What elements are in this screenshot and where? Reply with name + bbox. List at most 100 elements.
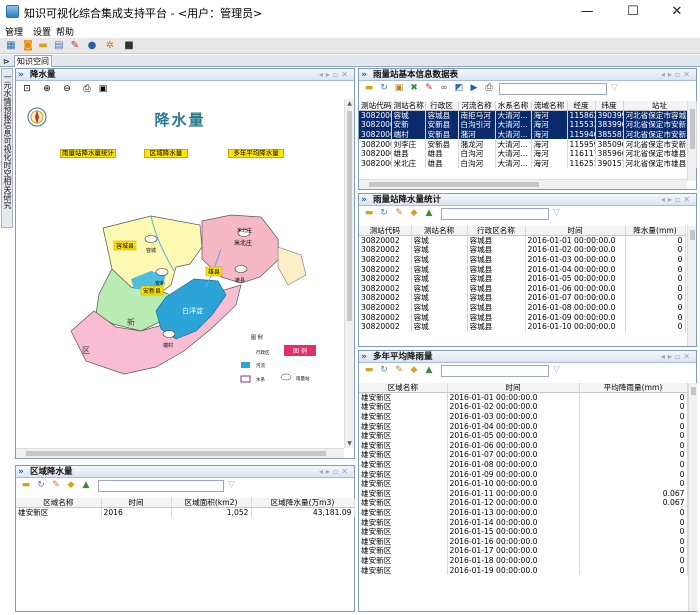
region-rain-search-input[interactable] <box>98 480 224 492</box>
station-info-search-input[interactable] <box>499 83 607 95</box>
refresh-icon[interactable]: ↻ <box>36 481 46 490</box>
document-icon[interactable]: ▤ <box>52 39 66 52</box>
maximize-button[interactable]: ☐ <box>610 0 656 24</box>
side-tab[interactable]: 一元水情预报信息可视化时空相关研究 <box>1 68 13 228</box>
table-row[interactable]: 雄安新区 2016-01-07 00:00:00.0 0 <box>359 450 688 460</box>
chart-icon[interactable]: ▲ <box>424 209 434 218</box>
print-icon[interactable]: ⎙ <box>82 85 92 94</box>
tab-knowledge-space[interactable]: 知识空间 <box>14 55 52 67</box>
table-row[interactable]: 雄安新区 2016-01-19 00:00:00.0 0 <box>359 565 688 575</box>
table-row[interactable]: 30820002 容城 容城县 2016-01-10 00:00:00.0 0 <box>359 321 686 332</box>
col-station-name[interactable]: 测站名称 <box>391 101 426 112</box>
chart-icon[interactable]: ▲ <box>424 366 434 375</box>
table-row[interactable]: 30820005雄县雄县白沟河大清河...海河1161171385966河北省保… <box>359 148 697 159</box>
table-row[interactable]: 30820003端村安新县潴河大清河...海河1159469385581河北省保… <box>359 129 697 140</box>
tools-icon[interactable]: ✎ <box>68 39 82 52</box>
station-info-horizontal-scrollbar[interactable] <box>359 179 687 189</box>
table-row[interactable]: 30820002 容城 容城县 2016-01-02 00:00:00.0 0 <box>359 245 686 255</box>
col-longitude[interactable]: 经度 <box>567 101 596 112</box>
filter-icon[interactable]: ▽ <box>228 480 235 490</box>
folder-icon[interactable]: ▬ <box>364 209 374 218</box>
table-row[interactable]: 雄安新区 2016-01-01 00:00:00.0 0 <box>359 392 688 403</box>
table-row[interactable]: 雄安新区 2016-01-11 00:00:00.0 0.067 <box>359 488 688 499</box>
table-row[interactable]: 30820002 容城 容城县 2016-01-08 00:00:00.0 0 <box>359 302 686 313</box>
panel-window-buttons[interactable]: ◂▸▫✕ <box>319 69 351 81</box>
col-area[interactable]: 区域面积(km2) <box>171 498 252 509</box>
table-row[interactable]: 30820004刘李庄安新县潴龙河大清河...海河115959385096河北省… <box>359 139 697 149</box>
col-basin[interactable]: 流域名称 <box>531 101 568 112</box>
col-address[interactable]: 站址 <box>623 101 697 112</box>
collapse-arrow-icon[interactable]: » <box>361 351 367 363</box>
col-time[interactable]: 时间 <box>447 383 580 394</box>
station-info-vertical-scrollbar[interactable] <box>687 101 696 181</box>
link-icon[interactable]: ∞ <box>439 84 449 93</box>
col-avg-rainfall[interactable]: 平均降雨量(mm) <box>579 383 688 394</box>
grid-icon[interactable]: ▦ <box>4 39 18 52</box>
col-region-name[interactable]: 区域名称 <box>359 383 448 394</box>
table-row[interactable]: 30820002 容城 容城县 2016-01-03 00:00:00.0 0 <box>359 254 686 265</box>
avg-rain-button[interactable]: 多年平均降水量 <box>228 149 284 158</box>
col-region-name[interactable]: 区域名称 <box>16 498 102 509</box>
excel-icon[interactable]: ✖ <box>409 84 419 93</box>
panel-window-buttons[interactable]: ◂▸▫✕ <box>661 351 693 363</box>
chart-icon[interactable]: ▲ <box>81 481 91 490</box>
refresh-icon[interactable]: ↻ <box>379 209 389 218</box>
col-region-rain[interactable]: 区域降水量(万m3) <box>251 498 355 509</box>
table-row[interactable]: 雄安新区 2016-01-03 00:00:00.0 0 <box>359 411 688 422</box>
collapse-arrow-icon[interactable]: » <box>361 69 367 81</box>
col-time[interactable]: 时间 <box>525 226 626 237</box>
filter-icon[interactable]: ▽ <box>611 83 618 93</box>
folder-icon[interactable]: ▬ <box>21 481 31 490</box>
table-row[interactable]: 30820002容城容城县南拒马河大清河...海河1158624390399河北… <box>359 110 697 121</box>
export-icon[interactable]: ◆ <box>66 481 76 490</box>
map-icon[interactable]: ◩ <box>454 84 464 93</box>
folder-icon[interactable]: ▬ <box>364 366 374 375</box>
video-icon[interactable]: ■ <box>122 39 136 52</box>
menu-manage[interactable]: 管理 <box>5 25 23 38</box>
zoom-in-icon[interactable]: ⊕ <box>42 85 52 94</box>
table-row[interactable]: 雄安新区 2016-01-10 00:00:00.0 0 <box>359 478 688 489</box>
collapse-arrow-icon[interactable]: » <box>361 194 367 206</box>
table-row[interactable]: 30820002 容城 容城县 2016-01-06 00:00:00.0 0 <box>359 283 686 294</box>
filter-icon[interactable]: ▽ <box>553 208 560 218</box>
collapse-arrow-icon[interactable]: » <box>18 466 24 478</box>
refresh-icon[interactable]: ↻ <box>379 84 389 93</box>
table-row[interactable]: 30820002 容城 容城县 2016-01-07 00:00:00.0 0 <box>359 293 686 303</box>
col-station-name[interactable]: 测站名称 <box>411 226 468 237</box>
table-row[interactable]: 雄安新区 2016-01-02 00:00:00.0 0 <box>359 402 688 412</box>
station-rain-search-input[interactable] <box>441 208 549 220</box>
map-horizontal-scrollbar[interactable] <box>16 448 344 458</box>
col-station-code[interactable]: 测站代码 <box>359 101 392 112</box>
table-row[interactable]: 雄安新区 2016-01-14 00:00:00.0 0 <box>359 517 688 527</box>
region-rain-button[interactable]: 区域降水量 <box>144 149 188 158</box>
col-district-name[interactable]: 行政区名称 <box>467 226 526 237</box>
minimize-button[interactable]: — <box>564 0 610 24</box>
table-row[interactable]: 雄安新区 2016-01-12 00:00:00.0 0.067 <box>359 498 688 508</box>
refresh-icon[interactable]: ↻ <box>379 366 389 375</box>
table-row[interactable]: 30820002 容城 容城县 2016-01-09 00:00:00.0 0 <box>359 312 686 322</box>
folder-icon[interactable]: ▬ <box>36 39 50 52</box>
print-icon[interactable]: ⎙ <box>484 84 494 93</box>
table-row[interactable]: 30820002 容城 容城县 2016-01-05 00:00:00.0 0 <box>359 273 686 284</box>
export-icon[interactable]: ◆ <box>409 209 419 218</box>
table-row[interactable]: 雄安新区 2016 1,052 43,181.09 <box>16 507 355 518</box>
col-time[interactable]: 时间 <box>101 498 172 509</box>
panel-window-buttons[interactable]: ◂▸▫✕ <box>319 466 351 478</box>
table-row[interactable]: 雄安新区 2016-01-17 00:00:00.0 0 <box>359 546 688 556</box>
table-row[interactable]: 30820002 容城 容城县 2016-01-01 00:00:00.0 0 <box>359 235 686 246</box>
pin-icon[interactable]: ⊳ <box>3 57 10 66</box>
panel-window-buttons[interactable]: ◂▸▫✕ <box>661 69 693 81</box>
avg-rain-search-input[interactable] <box>441 365 549 377</box>
col-rainfall[interactable]: 降水量(mm) <box>625 226 686 237</box>
table-row[interactable]: 30820006米北庄雄县白沟河大清河...海河1162511390157河北省… <box>359 158 697 169</box>
edit-icon[interactable]: ✎ <box>51 481 61 490</box>
table-row[interactable]: 30820002 容城 容城县 2016-01-04 00:00:00.0 0 <box>359 264 686 274</box>
menu-help[interactable]: 帮助 <box>56 25 74 38</box>
zoom-out-icon[interactable]: ⊖ <box>62 85 72 94</box>
filter-icon[interactable]: ▽ <box>553 365 560 375</box>
rss-icon[interactable]: ◙ <box>21 39 35 52</box>
table-row[interactable]: 雄安新区 2016-01-05 00:00:00.0 0 <box>359 430 688 441</box>
table-row[interactable]: 雄安新区 2016-01-15 00:00:00.0 0 <box>359 526 688 537</box>
table-row[interactable]: 雄安新区 2016-01-08 00:00:00.0 0 <box>359 459 688 470</box>
gear-icon[interactable]: ✲ <box>103 39 117 52</box>
